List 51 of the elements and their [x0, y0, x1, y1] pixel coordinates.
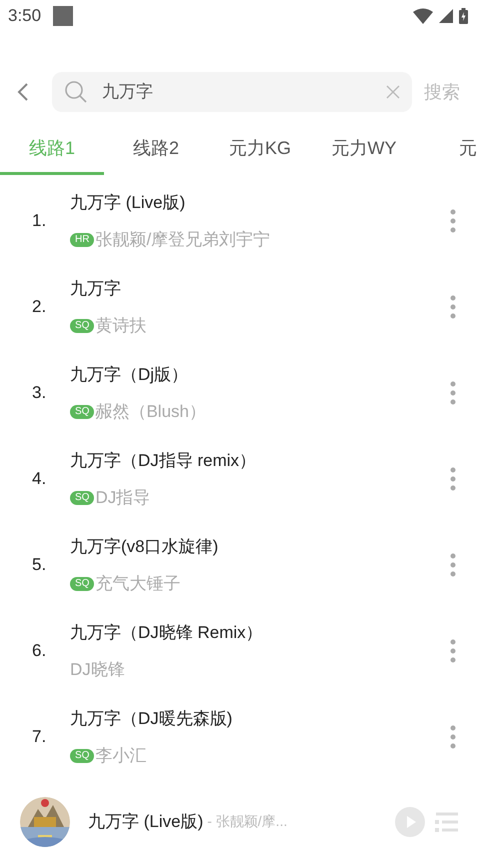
track-number: 7.	[32, 726, 48, 748]
track-number: 6.	[32, 640, 48, 662]
more-icon[interactable]	[450, 381, 456, 405]
quality-badge: SQ	[70, 490, 94, 505]
tab[interactable]: 元力KG	[208, 125, 312, 175]
artist-name: 李小汇	[95, 745, 146, 767]
song-title[interactable]: 九万字 (Live版)	[70, 190, 186, 215]
search-field[interactable]: 九万字	[52, 72, 412, 112]
more-icon[interactable]	[450, 553, 456, 577]
track-number: 5.	[32, 554, 48, 576]
artist-name: DJ指导	[95, 487, 150, 509]
song-title[interactable]: 九万字（DJ晓锋 Remix）	[70, 620, 263, 645]
song-title[interactable]: 九万字	[70, 276, 121, 301]
quality-badge: SQ	[70, 576, 94, 591]
tab[interactable]: 线路2	[104, 125, 208, 175]
quality-badge: HR	[70, 232, 94, 247]
track-number: 1.	[32, 210, 48, 232]
back-icon[interactable]	[16, 82, 30, 102]
artist-name: 赧然（Blush）	[95, 401, 206, 423]
play-icon[interactable]	[394, 806, 426, 838]
track-number: 3.	[32, 382, 48, 404]
song-title[interactable]: 九万字（DJ指导 remix）	[70, 448, 256, 473]
more-icon[interactable]	[450, 725, 456, 749]
quality-badge: SQ	[70, 318, 94, 333]
wifi-icon	[413, 8, 433, 24]
battery-icon	[459, 8, 468, 24]
song-title[interactable]: 九万字（DJ暖先森版)	[70, 706, 232, 731]
quality-badge: SQ	[70, 404, 94, 419]
tab[interactable]: 元	[416, 125, 480, 175]
tab[interactable]: 元力WY	[312, 125, 416, 175]
search-icon	[64, 80, 88, 104]
quality-badge: SQ	[70, 748, 94, 763]
artist-name: 充气大锤子	[95, 573, 180, 595]
clear-icon[interactable]	[386, 85, 400, 99]
more-icon[interactable]	[450, 639, 456, 663]
signal-icon	[439, 9, 453, 23]
track-number: 4.	[32, 468, 48, 490]
more-icon[interactable]	[450, 209, 456, 233]
track-number: 2.	[32, 296, 48, 318]
more-icon[interactable]	[450, 467, 456, 491]
song-title[interactable]: 九万字（Dj版）	[70, 362, 188, 387]
status-time: 3:50	[8, 5, 42, 28]
more-icon[interactable]	[450, 295, 456, 319]
artist-name: 张靓颖/摩登兄弟刘宇宁	[95, 229, 270, 251]
playlist-icon[interactable]	[434, 810, 460, 832]
artist-name: DJ晓锋	[70, 659, 125, 681]
artist-name: 黄诗扶	[95, 315, 146, 337]
song-title[interactable]: 九万字(v8口水旋律)	[70, 534, 218, 559]
now-playing-title: 九万字 (Live版)	[88, 810, 204, 833]
notification-icon	[53, 6, 74, 26]
now-playing-artist: - 张靓颖/摩...	[207, 812, 288, 831]
